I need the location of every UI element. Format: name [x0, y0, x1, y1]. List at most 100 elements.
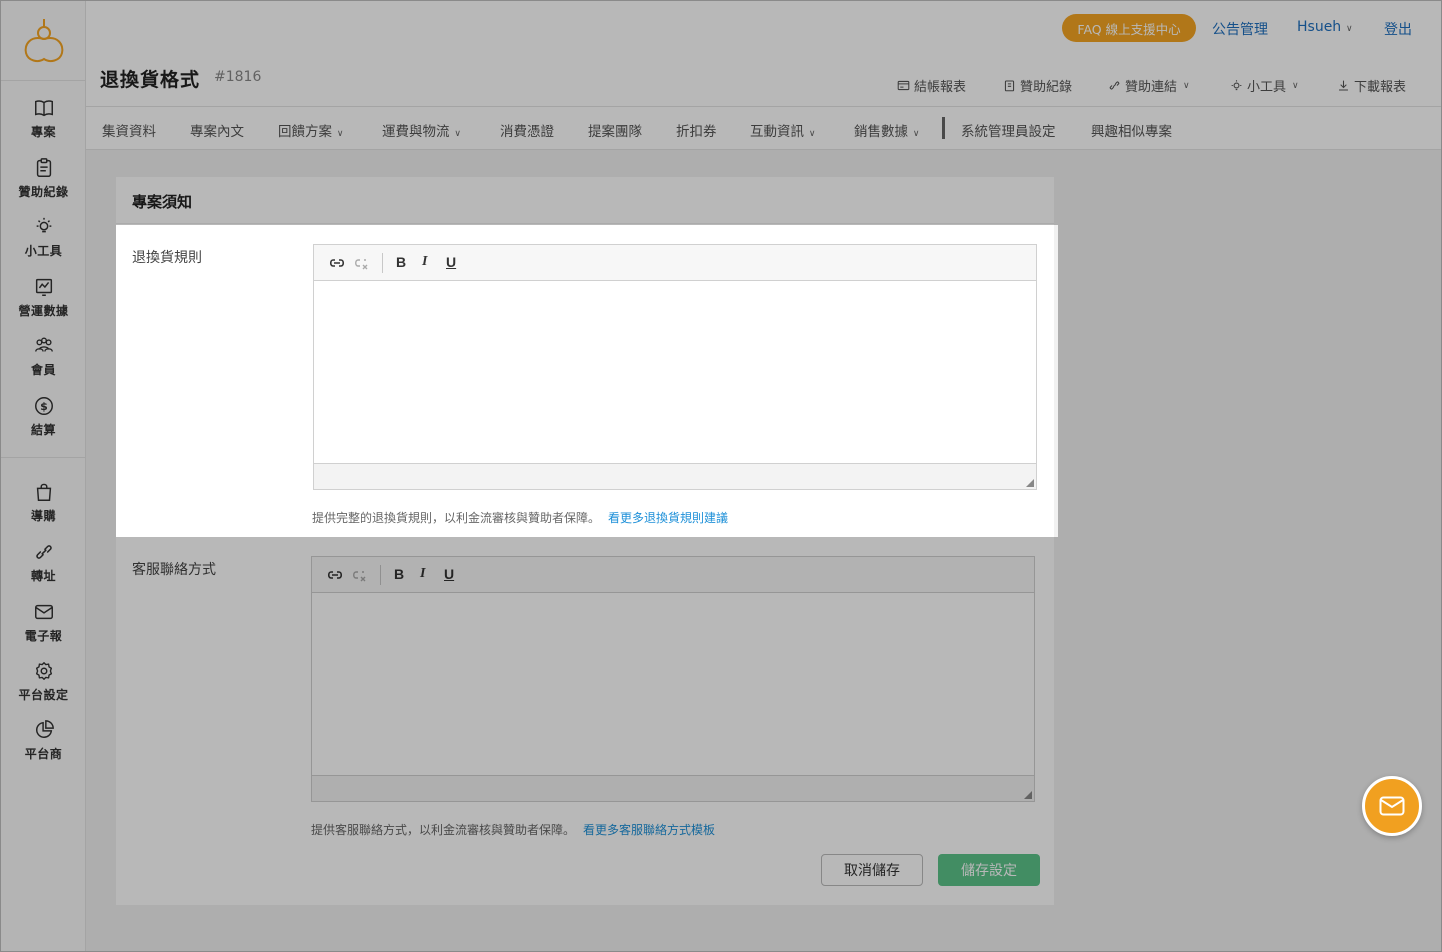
mail-icon	[34, 604, 53, 620]
tab-project-content[interactable]: 專案內文	[190, 120, 244, 140]
sidebar-item-platform-settings[interactable]: 平台設定	[1, 660, 86, 716]
sidebar-item-sponsor-records[interactable]: 贊助紀錄	[1, 157, 86, 213]
bold-button[interactable]: B	[396, 254, 406, 270]
sidebar-divider	[1, 457, 86, 458]
chart-icon	[35, 278, 52, 296]
clipboard-icon	[36, 158, 51, 177]
underline-button[interactable]: U	[444, 566, 454, 582]
tab-interaction[interactable]: 互動資訊 ∨	[750, 120, 815, 140]
contact-fab-button[interactable]	[1362, 776, 1422, 836]
clipboard-icon	[1004, 80, 1015, 92]
tab-team[interactable]: 提案團隊	[588, 120, 642, 140]
tool-label: 結帳報表	[914, 80, 967, 95]
logout-link[interactable]: 登出	[1384, 19, 1412, 39]
tab-divider	[942, 117, 945, 139]
tab-admin-settings[interactable]: 系統管理員設定	[961, 120, 1056, 140]
svg-text:$: $	[40, 400, 48, 413]
page-title: 退換貨格式	[100, 69, 201, 91]
user-menu[interactable]: Hsueh ∨	[1297, 19, 1353, 35]
link-icon[interactable]	[329, 256, 345, 270]
settlement-report-link[interactable]: 結帳報表	[897, 76, 966, 95]
sidebar-item-label: 導購	[30, 509, 56, 523]
italic-button[interactable]: I	[422, 254, 427, 270]
sidebar-item-label: 電子報	[24, 629, 63, 643]
link-icon	[1109, 81, 1120, 90]
chevron-down-icon: ∨	[1183, 80, 1190, 91]
bold-button[interactable]: B	[394, 566, 404, 582]
tab-label: 運費與物流	[382, 124, 450, 140]
sidebar-item-newsletter[interactable]: 電子報	[1, 601, 86, 657]
sidebar-item-shopping[interactable]: 導購	[1, 481, 86, 537]
sidebar-item-label: 結算	[30, 423, 56, 437]
card-icon	[897, 80, 910, 91]
toolbar-divider	[382, 253, 383, 273]
download-report-link[interactable]: 下載報表	[1337, 76, 1406, 95]
users-icon	[34, 337, 53, 352]
editor-toolbar: B I U	[312, 557, 1034, 593]
envelope-icon	[1379, 796, 1405, 816]
bag-icon	[36, 483, 51, 501]
tool-label: 小工具	[1247, 80, 1287, 95]
chevron-down-icon: ∨	[1343, 24, 1353, 34]
sidebar-item-settlement[interactable]: $ 結算	[1, 395, 86, 451]
tab-funding-info[interactable]: 集資資料	[102, 120, 156, 140]
resize-handle[interactable]	[1026, 479, 1034, 487]
tool-label: 下載報表	[1354, 80, 1407, 95]
sidebar-item-platform-vendor[interactable]: 平台商	[1, 719, 86, 775]
sidebar-item-label: 平台設定	[18, 688, 69, 702]
underline-button[interactable]: U	[446, 254, 456, 270]
cancel-button[interactable]: 取消儲存	[821, 854, 923, 886]
book-icon	[34, 100, 53, 117]
announcement-link[interactable]: 公告管理	[1212, 19, 1268, 39]
sidebar-item-label: 會員	[30, 363, 56, 377]
tab-receipts[interactable]: 消費憑證	[500, 120, 554, 140]
chevron-down-icon: ∨	[334, 129, 344, 139]
help-text: 提供客服聯絡方式，以利金流審核與贊助者保障。	[311, 823, 576, 837]
return-rules-help: 提供完整的退換貨規則，以利金流審核與贊助者保障。 看更多退換貨規則建議	[312, 509, 728, 526]
contact-help: 提供客服聯絡方式，以利金流審核與贊助者保障。 看更多客服聯絡方式模板	[311, 821, 715, 838]
return-rules-editor[interactable]: B I U	[313, 244, 1037, 490]
tab-shipping[interactable]: 運費與物流 ∨	[382, 120, 461, 140]
tab-reward-plans[interactable]: 回饋方案 ∨	[278, 120, 343, 140]
widgets-menu[interactable]: 小工具 ∨	[1230, 76, 1299, 95]
sidebar-item-members[interactable]: 會員	[1, 335, 86, 391]
contact-editor[interactable]: B I U	[311, 556, 1035, 802]
download-icon	[1339, 80, 1348, 91]
chevron-down-icon: ∨	[451, 129, 461, 139]
tab-similar-projects[interactable]: 興趣相似專案	[1091, 120, 1172, 140]
contact-label: 客服聯絡方式	[132, 562, 216, 578]
sidebar-item-widgets[interactable]: 小工具	[1, 216, 86, 272]
save-button[interactable]: 儲存設定	[938, 854, 1040, 886]
faq-support-button[interactable]: FAQ 線上支援中心	[1062, 14, 1196, 42]
editor-statusbar	[312, 775, 1034, 801]
sidebar-item-label: 平台商	[24, 747, 63, 761]
tool-label: 贊助連結	[1125, 80, 1178, 95]
user-name: Hsueh	[1297, 19, 1342, 35]
return-rules-label: 退換貨規則	[132, 250, 202, 266]
card-divider	[116, 223, 1054, 224]
tab-coupons[interactable]: 折扣券	[676, 120, 717, 140]
unlink-icon[interactable]	[354, 256, 370, 270]
return-rules-suggestions-link[interactable]: 看更多退換貨規則建議	[608, 511, 728, 525]
italic-button[interactable]: I	[420, 566, 425, 582]
contact-template-link[interactable]: 看更多客服聯絡方式模板	[583, 823, 715, 837]
unlink-icon[interactable]	[352, 568, 368, 582]
sidebar-item-project[interactable]: 專案	[1, 97, 86, 153]
link-icon	[35, 545, 52, 559]
chevron-down-icon: ∨	[1292, 80, 1299, 91]
tool-label: 贊助紀錄	[1020, 80, 1073, 95]
editor-toolbar: B I U	[314, 245, 1036, 281]
help-text: 提供完整的退換貨規則，以利金流審核與贊助者保障。	[312, 511, 601, 525]
sidebar-item-redirect[interactable]: 轉址	[1, 541, 86, 597]
sidebar-item-analytics[interactable]: 營運數據	[1, 276, 86, 332]
logo[interactable]	[1, 1, 86, 81]
sponsor-records-link[interactable]: 贊助紀錄	[1003, 76, 1072, 95]
link-icon[interactable]	[327, 568, 343, 582]
gear-icon	[35, 662, 52, 680]
editor-statusbar	[314, 463, 1036, 489]
tab-label: 互動資訊	[750, 124, 804, 140]
logo-icon	[24, 18, 63, 62]
sponsor-link-menu[interactable]: 贊助連結 ∨	[1108, 76, 1190, 95]
tab-sales-data[interactable]: 銷售數據 ∨	[854, 120, 919, 140]
resize-handle[interactable]	[1024, 791, 1032, 799]
